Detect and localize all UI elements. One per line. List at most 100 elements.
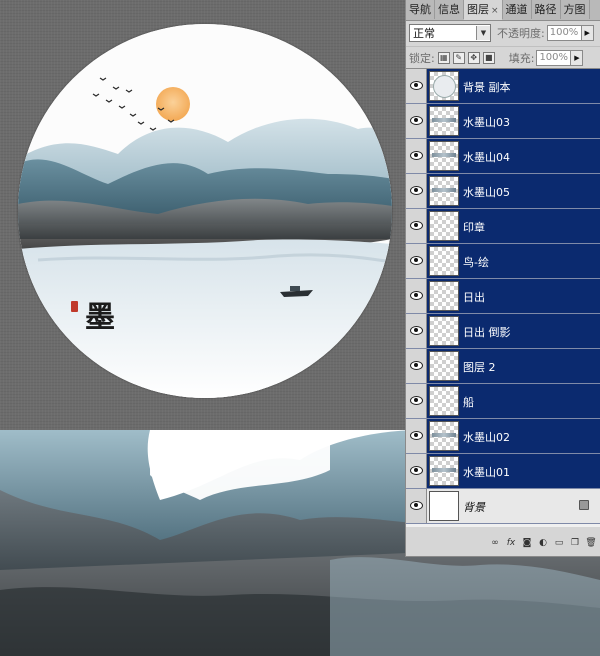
layer-row[interactable]: 图层 2 (406, 349, 600, 384)
mask-icon[interactable]: ◙ (521, 537, 533, 549)
layers-panel: 导航 信息 图层 × 通道 路径 方图 正常 ▼ 不透明度: 100% ▶ 锁定:… (405, 0, 600, 557)
layer-row[interactable]: 背景 副本 (406, 69, 600, 104)
eye-icon[interactable] (410, 256, 423, 265)
trash-icon[interactable]: 🗑 (585, 537, 597, 549)
visibility-column[interactable] (406, 349, 427, 383)
new-layer-icon[interactable]: ❐ (569, 537, 581, 549)
visibility-column[interactable] (406, 69, 427, 103)
visibility-column[interactable] (406, 279, 427, 313)
layer-row[interactable]: 鸟-绘 (406, 244, 600, 279)
blend-options-row: 正常 ▼ 不透明度: 100% ▶ (406, 22, 600, 44)
visibility-column[interactable] (406, 419, 427, 453)
lock-icon (579, 500, 589, 510)
layer-thumbnail[interactable] (429, 141, 459, 171)
fx-icon[interactable]: fx (505, 537, 517, 549)
visibility-column[interactable] (406, 314, 427, 348)
layer-name[interactable]: 日出 (463, 289, 485, 305)
blend-mode-select[interactable]: 正常 ▼ (409, 24, 491, 42)
layer-row[interactable]: 日出 (406, 279, 600, 314)
eye-icon[interactable] (410, 186, 423, 195)
visibility-column[interactable] (406, 454, 427, 488)
opacity-label: 不透明度: (497, 27, 545, 40)
layer-name[interactable]: 水墨山05 (463, 184, 510, 200)
visibility-column[interactable] (406, 244, 427, 278)
layer-thumbnail[interactable] (429, 106, 459, 136)
layer-row[interactable]: 船 (406, 384, 600, 419)
tab-label: 图层 (467, 3, 489, 16)
layer-row[interactable]: 水墨山01 (406, 454, 600, 489)
layer-thumbnail[interactable] (429, 386, 459, 416)
layer-row[interactable]: 日出 倒影 (406, 314, 600, 349)
visibility-column[interactable] (406, 384, 427, 418)
layer-name[interactable]: 背景 副本 (463, 79, 511, 95)
layer-thumbnail[interactable] (429, 491, 459, 521)
eye-icon[interactable] (410, 501, 423, 510)
fill-label: 填充: (508, 52, 535, 65)
visibility-column[interactable] (406, 174, 427, 208)
tab-label: 路径 (534, 3, 557, 16)
layer-list: 背景 副本水墨山03 水墨山04 水墨山05 印章鸟-绘日出日出 倒影图层 2 船水墨山… (406, 68, 600, 527)
lock-all-icon[interactable]: ■ (482, 52, 495, 64)
layer-name[interactable]: 水墨山03 (463, 114, 510, 130)
layer-name[interactable]: 水墨山04 (463, 149, 510, 165)
eye-icon[interactable] (410, 221, 423, 230)
layer-row[interactable]: 水墨山05 (406, 174, 600, 209)
eye-icon[interactable] (410, 151, 423, 160)
visibility-column[interactable] (406, 104, 427, 138)
tab-label: 方图 (563, 3, 586, 16)
lock-move-icon[interactable]: ✥ (467, 52, 480, 64)
tab-navigator[interactable]: 导航 (406, 0, 435, 19)
tab-label: 信息 (438, 3, 460, 16)
layer-name[interactable]: 印章 (463, 219, 485, 235)
layer-thumbnail[interactable] (429, 316, 459, 346)
layer-name[interactable]: 鸟-绘 (463, 254, 489, 270)
eye-icon[interactable] (410, 466, 423, 475)
eye-icon[interactable] (410, 431, 423, 440)
fill-arrow-icon[interactable]: ▶ (571, 50, 584, 66)
visibility-column[interactable] (406, 209, 427, 243)
tab-paths[interactable]: 路径 (532, 0, 561, 19)
layer-row[interactable]: 水墨山02 (406, 419, 600, 454)
layer-row[interactable]: 背景 (406, 489, 600, 524)
layer-row[interactable]: 水墨山03 (406, 104, 600, 139)
lock-transparency-icon[interactable]: ▦ (437, 52, 450, 64)
layer-name[interactable]: 图层 2 (463, 359, 496, 375)
chevron-down-icon[interactable]: ▼ (476, 26, 490, 40)
layer-row[interactable]: 水墨山04 (406, 139, 600, 174)
eye-icon[interactable] (410, 361, 423, 370)
eye-icon[interactable] (410, 81, 423, 90)
lock-brush-icon[interactable]: ✎ (452, 52, 465, 64)
eye-icon[interactable] (410, 396, 423, 405)
tab-layers[interactable]: 图层 × (464, 0, 503, 20)
opacity-field[interactable]: 100% (546, 25, 582, 41)
layer-row[interactable]: 印章 (406, 209, 600, 244)
folder-icon[interactable]: ▭ (553, 537, 565, 549)
layer-thumbnail[interactable] (429, 71, 459, 101)
layer-thumbnail[interactable] (429, 176, 459, 206)
eye-icon[interactable] (410, 326, 423, 335)
layer-thumbnail[interactable] (429, 281, 459, 311)
layer-thumbnail[interactable] (429, 211, 459, 241)
layer-name[interactable]: 日出 倒影 (463, 324, 511, 340)
eye-icon[interactable] (410, 116, 423, 125)
layer-thumbnail[interactable] (429, 456, 459, 486)
eye-icon[interactable] (410, 291, 423, 300)
tab-histogram[interactable]: 方图 (561, 0, 590, 19)
link-icon[interactable]: ∞ (489, 537, 501, 549)
layer-thumbnail[interactable] (429, 351, 459, 381)
visibility-column[interactable] (406, 139, 427, 173)
layer-thumbnail[interactable] (429, 421, 459, 451)
fill-field[interactable]: 100% (536, 50, 572, 66)
layer-thumbnail[interactable] (429, 246, 459, 276)
lock-options-row: 锁定: ▦ ✎ ✥ ■ 填充: 100% ▶ (406, 46, 600, 69)
close-icon[interactable]: × (491, 6, 499, 16)
layer-name[interactable]: 水墨山02 (463, 429, 510, 445)
layer-name[interactable]: 背景 (463, 499, 485, 515)
opacity-arrow-icon[interactable]: ▶ (581, 25, 594, 41)
layer-name[interactable]: 船 (463, 394, 474, 410)
adjustment-icon[interactable]: ◐ (537, 537, 549, 549)
tab-info[interactable]: 信息 (435, 0, 464, 19)
visibility-column[interactable] (406, 489, 427, 523)
tab-channels[interactable]: 通道 (503, 0, 532, 19)
layer-name[interactable]: 水墨山01 (463, 464, 510, 480)
